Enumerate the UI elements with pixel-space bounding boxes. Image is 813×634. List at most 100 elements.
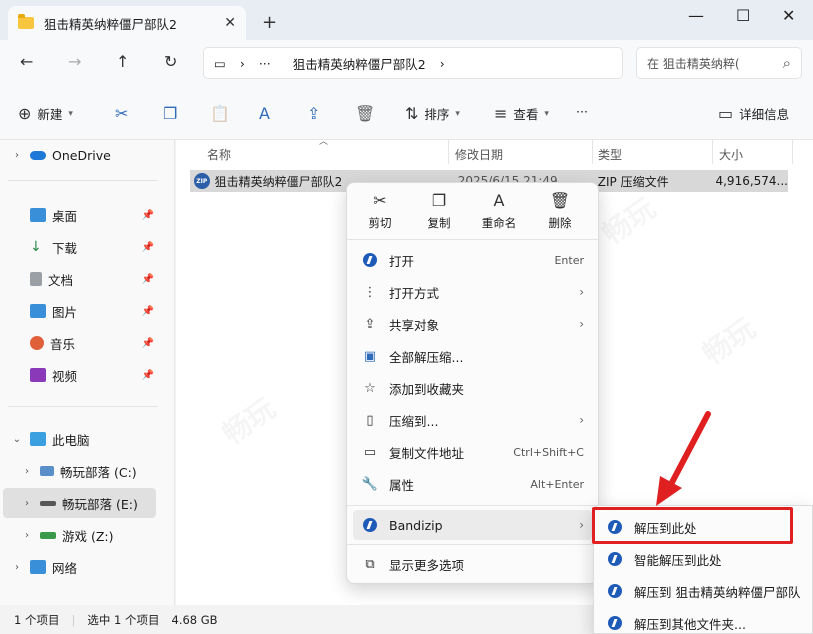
sidebar-item-music[interactable]: 音乐 📌 — [0, 328, 160, 358]
minimize-button[interactable]: — — [688, 6, 704, 25]
chevron-down-icon: ▾ — [455, 108, 460, 119]
pin-icon[interactable]: 📌 — [142, 370, 154, 381]
sidebar-item-onedrive[interactable]: › OneDrive — [0, 140, 160, 170]
column-divider[interactable] — [592, 140, 593, 164]
copy-action[interactable]: ❐ 复制 — [410, 191, 468, 231]
copy-icon: ❐ — [163, 104, 178, 123]
back-button[interactable]: ← — [20, 52, 33, 71]
sidebar-item-drive-z[interactable]: › 游戏 (Z:) — [0, 520, 160, 550]
paste-button[interactable]: 📋 — [210, 104, 230, 123]
sidebar-item-documents[interactable]: 文档 📌 — [0, 264, 160, 294]
delete-label: 删除 — [548, 216, 572, 230]
rename-action[interactable]: A 重命名 — [470, 191, 528, 231]
chevron-right-icon[interactable]: › — [440, 56, 445, 71]
delete-action[interactable]: 🗑 删除 — [531, 191, 589, 231]
menu-item-bandizip[interactable]: Bandizip › — [353, 510, 592, 540]
column-divider[interactable] — [448, 140, 449, 164]
sidebar-item-label: 此电脑 — [52, 432, 90, 448]
sidebar-item-drive-e[interactable]: › 畅玩部落 (E:) — [3, 488, 156, 518]
submenu-item-extract-to-folder[interactable]: 解压到 狙击精英纳粹僵尸部队 — [598, 576, 813, 606]
computer-icon: ▭ — [214, 55, 226, 71]
sidebar-item-desktop[interactable]: 桌面 📌 — [0, 200, 160, 230]
maximize-button[interactable]: ☐ — [736, 6, 750, 25]
chevron-right-icon[interactable]: › — [18, 498, 36, 509]
chevron-right-icon[interactable]: › — [8, 150, 26, 161]
tab-close-icon[interactable]: ✕ — [224, 15, 236, 31]
pictures-icon — [30, 304, 46, 318]
column-header-name[interactable]: 名称 — [207, 144, 231, 164]
sidebar-item-this-pc[interactable]: ⌄ 此电脑 — [0, 424, 160, 454]
address-more-button[interactable]: ··· — [259, 56, 271, 71]
pin-icon[interactable]: 📌 — [142, 242, 154, 253]
details-button[interactable]: ▭ 详细信息 — [718, 104, 789, 123]
computer-icon — [30, 432, 46, 446]
delete-button[interactable]: 🗑 — [355, 104, 375, 123]
menu-item-share[interactable]: ⇪ 共享对象 › — [353, 309, 592, 339]
menu-item-copy-path[interactable]: ▭ 复制文件地址 Ctrl+Shift+C — [353, 437, 592, 467]
copy-button[interactable]: ❐ — [163, 104, 177, 123]
network-drive-icon — [40, 531, 56, 539]
submenu-item-smart-extract[interactable]: 智能解压到此处 — [598, 544, 813, 574]
sidebar-item-drive-c[interactable]: › 畅玩部落 (C:) — [0, 456, 160, 486]
item-count: 1 个项目 — [14, 612, 60, 627]
new-label: 新建 — [37, 107, 63, 122]
menu-item-properties[interactable]: 🔧 属性 Alt+Enter — [353, 469, 592, 499]
up-button[interactable]: ↑ — [116, 52, 129, 71]
column-header-type[interactable]: 类型 — [598, 144, 622, 164]
menu-item-extract-all[interactable]: ▣ 全部解压缩... — [353, 341, 592, 371]
sidebar-item-pictures[interactable]: 图片 📌 — [0, 296, 160, 326]
search-icon: ⌕ — [782, 54, 791, 72]
bandizip-icon — [363, 518, 377, 532]
menu-item-open[interactable]: 打开 Enter — [353, 245, 592, 275]
divider — [347, 239, 600, 240]
more-button[interactable]: ··· — [576, 104, 588, 119]
new-tab-button[interactable]: + — [262, 12, 277, 33]
menu-item-open-with[interactable]: ⋮ 打开方式 › — [353, 277, 592, 307]
search-input[interactable]: 在 狙击精英纳粹( ⌕ — [636, 47, 802, 79]
sidebar-item-downloads[interactable]: ↓ 下载 📌 — [0, 232, 160, 262]
chevron-right-icon[interactable]: › — [240, 56, 245, 71]
shortcut-hint: Ctrl+Shift+C — [513, 445, 584, 459]
rename-icon: A — [259, 104, 270, 123]
share-button[interactable]: ⇪ — [307, 104, 320, 123]
pin-icon[interactable]: 📌 — [142, 338, 154, 349]
pin-icon[interactable]: 📌 — [142, 306, 154, 317]
navigation-bar: ← → ↑ ↻ ▭ › ··· 狙击精英纳粹僵尸部队2 › 在 狙击精英纳粹( … — [0, 40, 813, 86]
forward-button[interactable]: → — [68, 52, 81, 71]
submenu-item-extract-other[interactable]: 解压到其他文件夹... — [598, 608, 813, 634]
chevron-right-icon[interactable]: › — [8, 562, 26, 573]
pin-icon[interactable]: 📌 — [142, 210, 154, 221]
column-divider[interactable] — [792, 140, 793, 164]
sidebar-item-videos[interactable]: 视频 📌 — [0, 360, 160, 390]
refresh-button[interactable]: ↻ — [164, 52, 177, 71]
shortcut-hint: Alt+Enter — [530, 477, 584, 491]
chevron-down-icon[interactable]: ⌄ — [8, 434, 26, 445]
chevron-right-icon[interactable]: › — [18, 530, 36, 541]
selected-count: 选中 1 个项目 — [87, 612, 160, 627]
sidebar-item-network[interactable]: › 网络 — [0, 552, 160, 582]
column-divider[interactable] — [712, 140, 713, 164]
plus-circle-icon: ⊕ — [18, 104, 32, 123]
column-header-modified[interactable]: 修改日期 — [455, 144, 503, 164]
menu-item-add-favorites[interactable]: ☆ 添加到收藏夹 — [353, 373, 592, 403]
view-button[interactable]: ≡ 查看 ▾ — [494, 104, 549, 123]
pin-icon[interactable]: 📌 — [142, 274, 154, 285]
chevron-right-icon[interactable]: › — [18, 466, 36, 477]
cut-button[interactable]: ✂ — [115, 104, 128, 123]
sort-button[interactable]: ⇅ 排序 ▾ — [405, 104, 460, 123]
menu-item-compress-to[interactable]: ▯ 压缩到... › — [353, 405, 592, 435]
sort-ascending-icon: ︿ — [319, 137, 329, 147]
chevron-right-icon: › — [579, 413, 584, 427]
tab-current[interactable]: 狙击精英纳粹僵尸部队2 ✕ — [8, 6, 246, 40]
address-path[interactable]: 狙击精英纳粹僵尸部队2 — [293, 54, 426, 73]
cut-action[interactable]: ✂ 剪切 — [351, 191, 409, 231]
more-label: ··· — [576, 104, 588, 119]
rename-button[interactable]: A — [259, 104, 270, 123]
chevron-down-icon: ▾ — [544, 108, 549, 119]
close-button[interactable]: ✕ — [782, 6, 795, 25]
address-bar[interactable]: ▭ › ··· 狙击精英纳粹僵尸部队2 › — [203, 47, 623, 79]
music-icon — [30, 336, 44, 350]
menu-item-more-options[interactable]: ⧉ 显示更多选项 — [353, 549, 592, 579]
column-header-size[interactable]: 大小 — [719, 144, 743, 164]
new-button[interactable]: ⊕ 新建 ▾ — [18, 104, 73, 123]
